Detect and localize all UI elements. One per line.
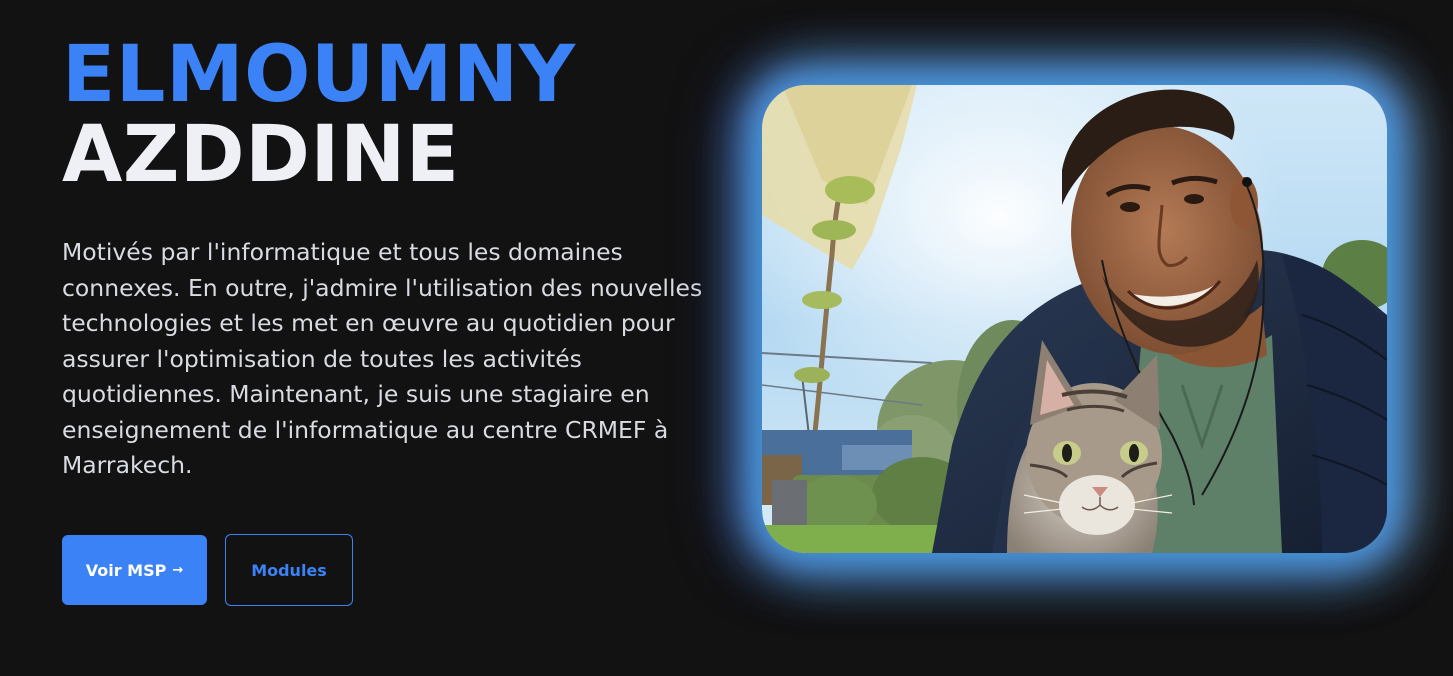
hero-bio: Motivés par l'informatique et tous les d… <box>62 238 703 479</box>
hero-section: ELMOUMNY AZDDINE Motivés par l'informati… <box>0 0 1453 676</box>
modules-label: Modules <box>251 560 327 580</box>
voir-msp-label: Voir MSP <box>85 560 167 580</box>
hero-last-name: AZDDINE <box>62 110 460 200</box>
arrow-right-icon: → <box>172 562 184 578</box>
modules-button[interactable]: Modules <box>225 534 353 606</box>
profile-photo <box>762 85 1387 553</box>
hero-first-name: ELMOUMNY <box>62 30 576 120</box>
voir-msp-button[interactable]: Voir MSP → <box>62 535 207 605</box>
